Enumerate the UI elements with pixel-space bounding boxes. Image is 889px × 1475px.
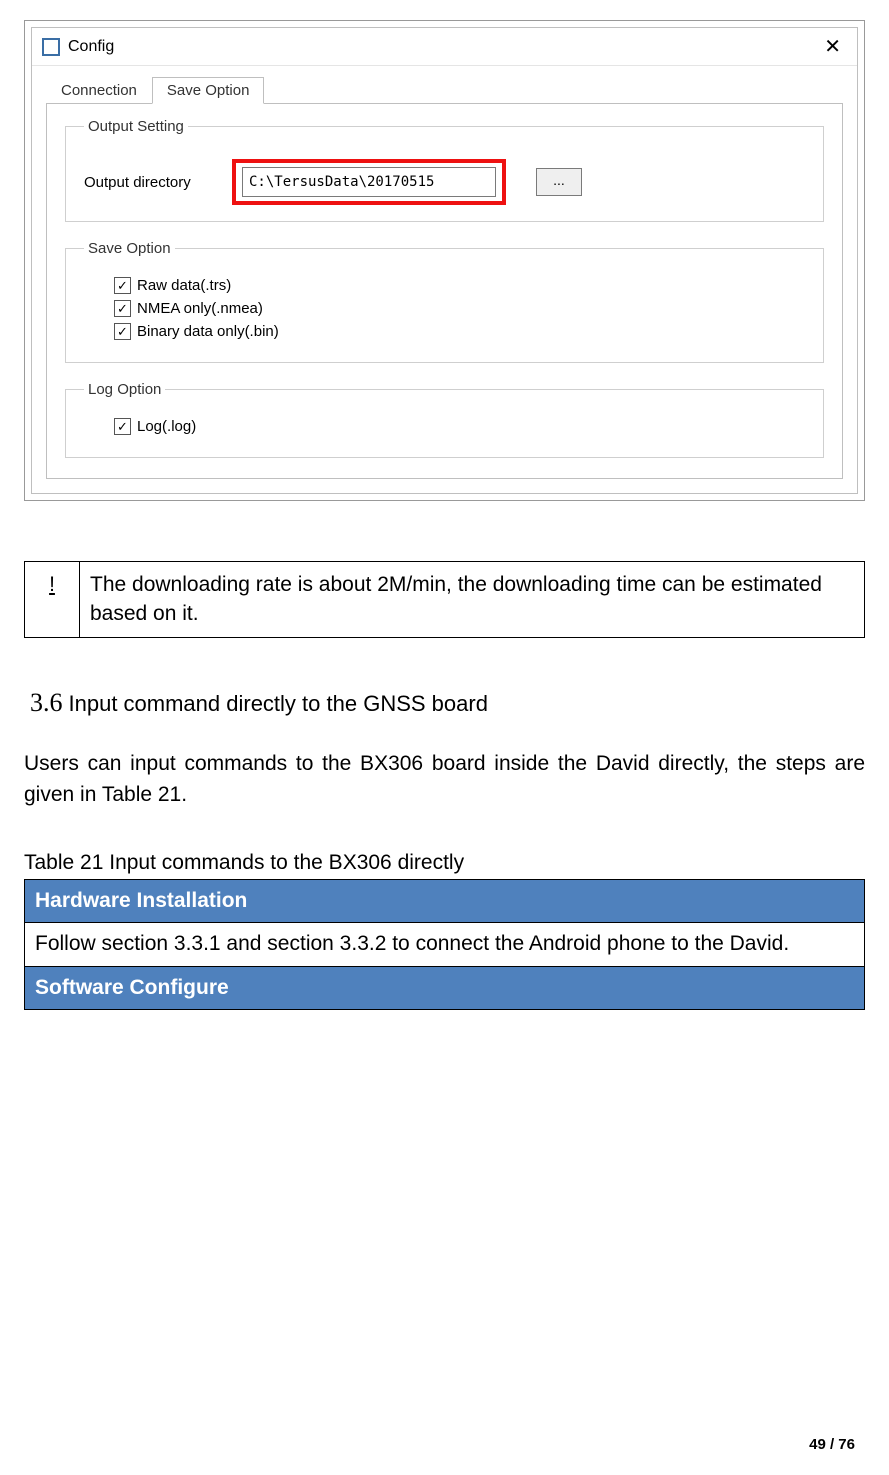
window-title: Config: [68, 38, 818, 56]
tab-panel: Output Setting Output directory ... Save…: [46, 103, 843, 479]
app-icon: [42, 38, 60, 56]
section-number: 3.6: [30, 688, 63, 718]
checkbox-raw[interactable]: [114, 277, 131, 294]
output-directory-input[interactable]: [242, 167, 496, 197]
table21-sw-header: Software Configure: [25, 966, 865, 1009]
tab-connection[interactable]: Connection: [46, 77, 152, 104]
section-paragraph: Users can input commands to the BX306 bo…: [24, 748, 865, 811]
log-option-legend: Log Option: [84, 381, 165, 398]
table21-hw-header: Hardware Installation: [25, 879, 865, 922]
checkbox-raw-label: Raw data(.trs): [137, 277, 231, 294]
note-text: The downloading rate is about 2M/min, th…: [80, 562, 865, 638]
checkbox-nmea[interactable]: [114, 300, 131, 317]
table21-caption: Table 21 Input commands to the BX306 dir…: [24, 851, 865, 875]
close-icon[interactable]: ✕: [818, 34, 847, 59]
checkbox-bin-label: Binary data only(.bin): [137, 323, 279, 340]
tab-save-option[interactable]: Save Option: [152, 77, 265, 104]
note-mark: !: [25, 562, 80, 638]
checkbox-log-label: Log(.log): [137, 418, 196, 435]
output-setting-group: Output Setting Output directory ...: [65, 118, 824, 222]
section-heading: 3.6 Input command directly to the GNSS b…: [30, 688, 865, 718]
checkbox-log[interactable]: [114, 418, 131, 435]
tab-bar: Connection Save Option: [32, 66, 857, 103]
output-setting-legend: Output Setting: [84, 118, 188, 135]
save-option-legend: Save Option: [84, 240, 175, 257]
output-directory-label: Output directory: [84, 174, 224, 191]
window-titlebar: Config ✕: [32, 28, 857, 66]
browse-button[interactable]: ...: [536, 168, 582, 196]
checkbox-nmea-label: NMEA only(.nmea): [137, 300, 263, 317]
config-window: Config ✕ Connection Save Option Output S…: [31, 27, 858, 494]
config-screenshot: Config ✕ Connection Save Option Output S…: [24, 20, 865, 501]
output-directory-highlight: [232, 159, 506, 205]
log-option-group: Log Option Log(.log): [65, 381, 824, 458]
table21-hw-text: Follow section 3.3.1 and section 3.3.2 t…: [25, 923, 865, 966]
section-title: Input command directly to the GNSS board: [69, 691, 488, 717]
save-option-group: Save Option Raw data(.trs) NMEA only(.nm…: [65, 240, 824, 363]
checkbox-bin[interactable]: [114, 323, 131, 340]
page-number: 49 / 76: [809, 1436, 855, 1453]
note-table: ! The downloading rate is about 2M/min, …: [24, 561, 865, 638]
table21: Hardware Installation Follow section 3.3…: [24, 879, 865, 1010]
